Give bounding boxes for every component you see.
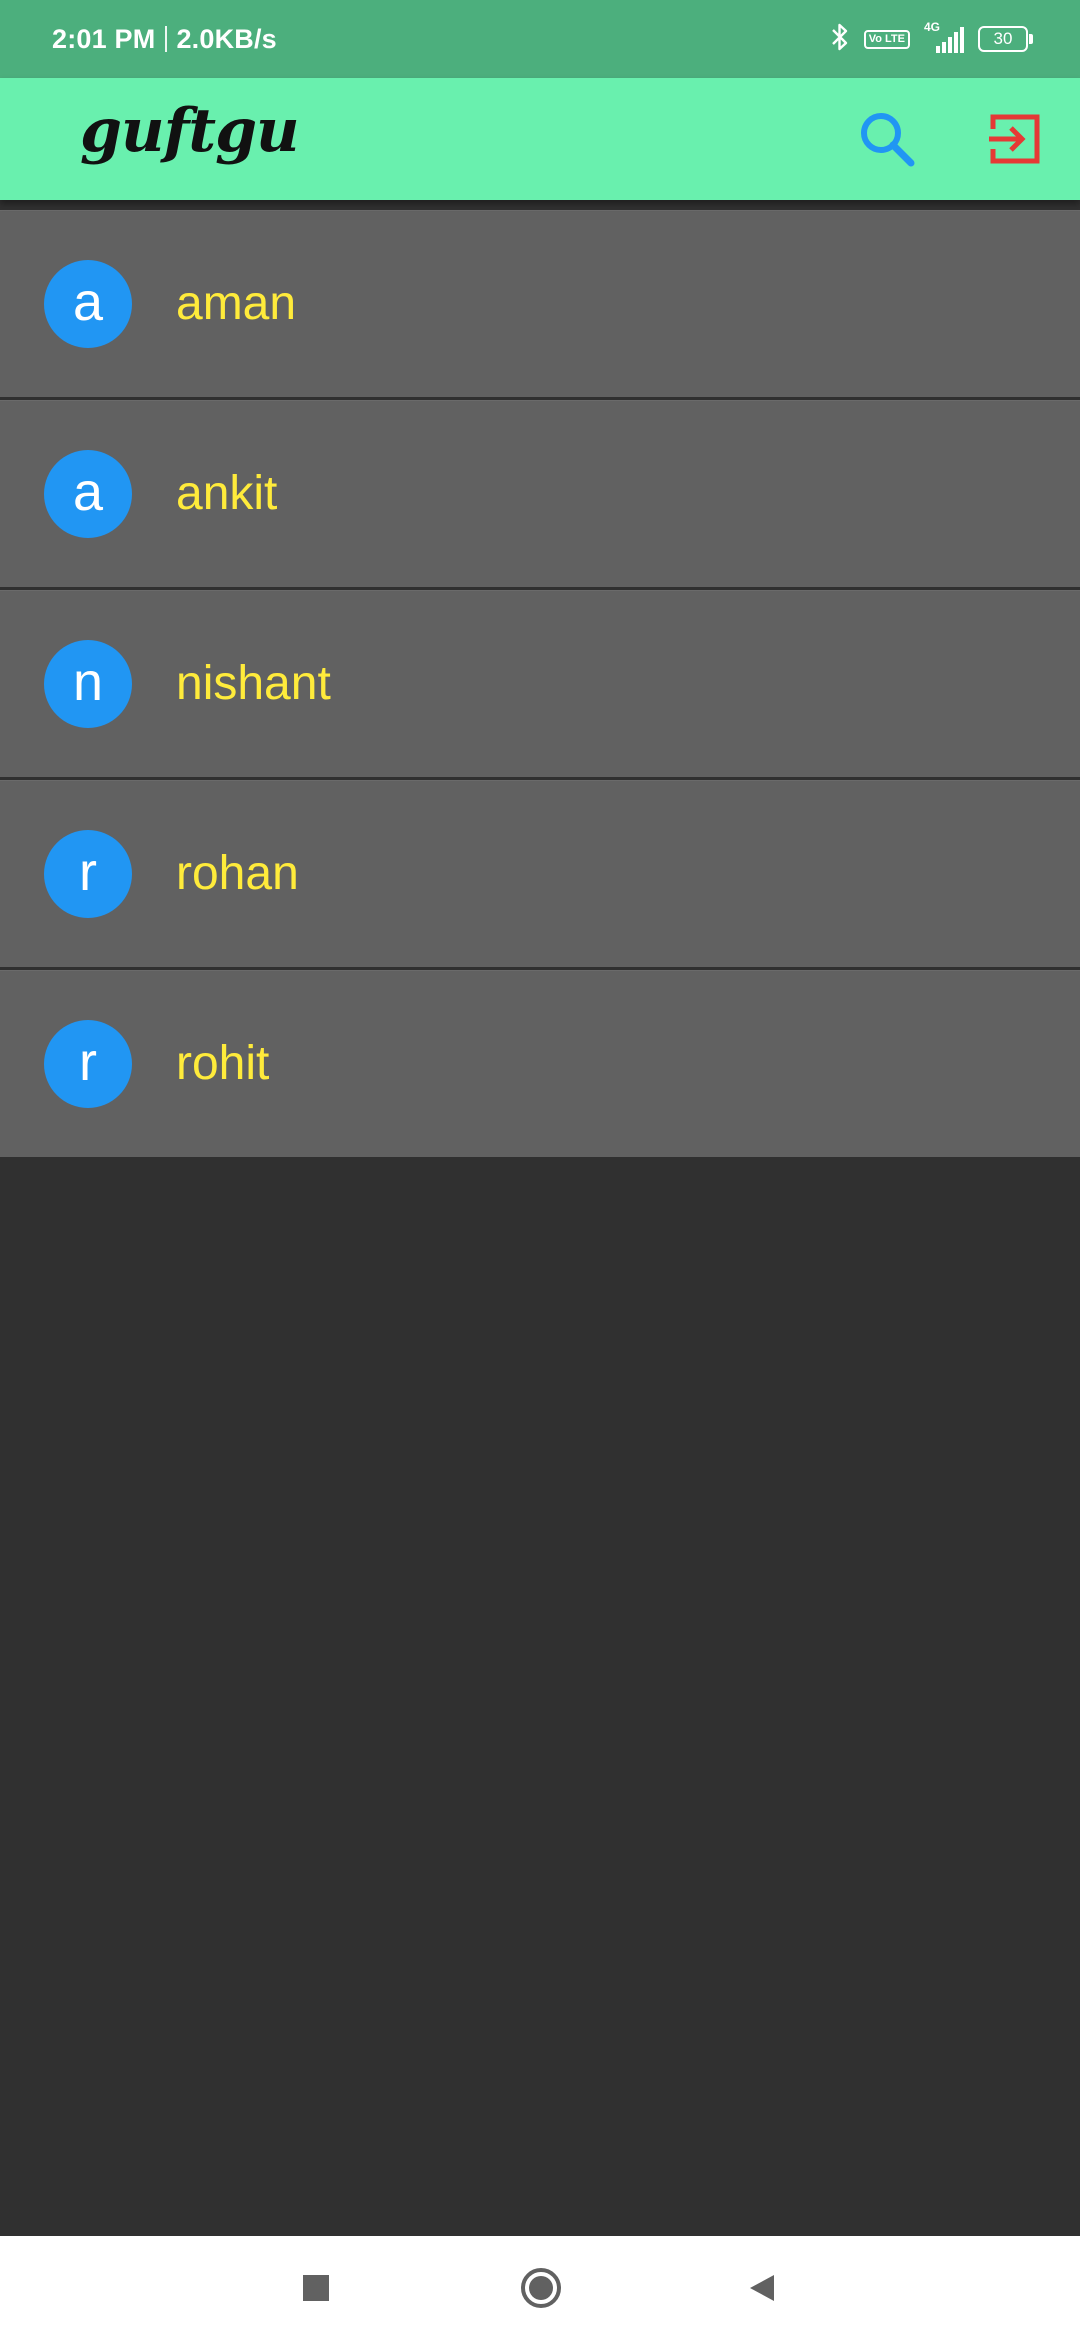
avatar: r	[44, 830, 132, 918]
bluetooth-icon	[830, 22, 850, 57]
back-button[interactable]	[732, 2258, 792, 2318]
recents-icon	[303, 2275, 329, 2301]
logout-button[interactable]	[976, 100, 1054, 178]
user-list-item[interactable]: n nishant	[0, 590, 1080, 777]
avatar: a	[44, 450, 132, 538]
user-name: nishant	[176, 657, 331, 710]
user-list-item[interactable]: a aman	[0, 210, 1080, 397]
battery-icon: 30	[978, 26, 1033, 52]
status-network-speed: 2.0KB/s	[176, 23, 277, 54]
search-icon	[861, 113, 915, 167]
user-list-item[interactable]: r rohan	[0, 780, 1080, 967]
status-right: Vo LTE 4G 30	[816, 0, 1033, 78]
avatar: a	[44, 260, 132, 348]
back-icon	[750, 2275, 774, 2301]
user-name: aman	[176, 277, 297, 330]
avatar: n	[44, 640, 132, 728]
status-time: 2:01 PM	[52, 23, 156, 54]
status-separator	[165, 26, 168, 52]
home-icon	[521, 2268, 561, 2308]
user-list-item[interactable]: a ankit	[0, 400, 1080, 587]
user-name: rohan	[176, 847, 299, 900]
home-button[interactable]	[511, 2258, 571, 2318]
app-title: guftgu	[80, 96, 300, 166]
avatar: r	[44, 1020, 132, 1108]
user-name: rohit	[176, 1037, 270, 1090]
status-left: 2:01 PM 2.0KB/s	[52, 0, 277, 78]
logout-icon	[989, 114, 1040, 164]
user-list: a aman a ankit n nishant r rohan r rohit	[0, 210, 1080, 1160]
status-bar: 2:01 PM 2.0KB/s Vo LTE 4G 30	[0, 0, 1080, 78]
network-type-label: 4G	[924, 20, 941, 34]
app-bar: guftgu	[0, 78, 1080, 200]
system-nav-bar	[0, 2236, 1080, 2340]
battery-level: 30	[993, 29, 1013, 48]
chat-users-screen: 2:01 PM 2.0KB/s Vo LTE 4G 30 guftgu a am…	[0, 0, 1080, 2340]
volte-icon: Vo LTE	[863, 29, 910, 49]
recents-button[interactable]	[286, 2258, 346, 2318]
user-list-item[interactable]: r rohit	[0, 970, 1080, 1157]
user-name: ankit	[176, 467, 278, 520]
search-button[interactable]	[848, 100, 926, 178]
signal-icon: 4G	[924, 20, 964, 54]
